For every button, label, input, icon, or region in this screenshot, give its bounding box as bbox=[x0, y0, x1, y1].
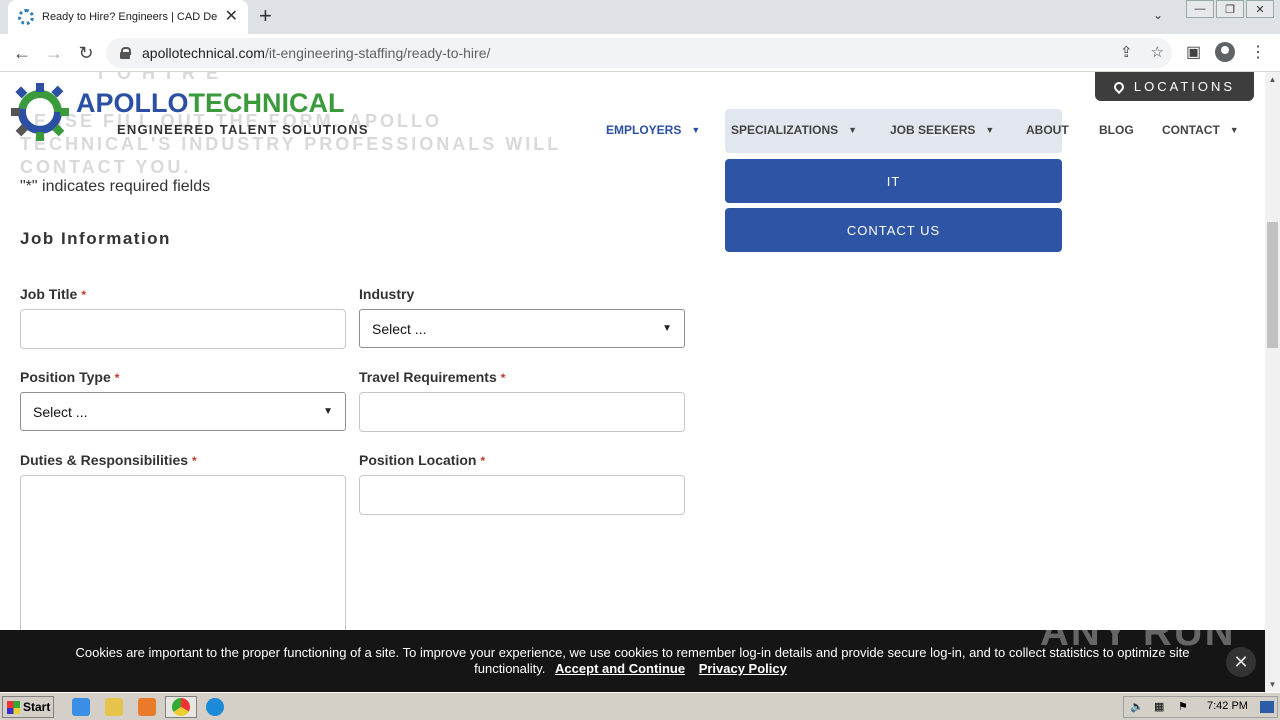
anyrun-watermark: ANY RUN bbox=[1040, 610, 1236, 654]
scroll-thumb[interactable] bbox=[1267, 222, 1278, 348]
windows-logo-icon bbox=[7, 700, 20, 714]
tab-title: Ready to Hire? Engineers | CAD Des bbox=[42, 11, 217, 23]
reload-icon[interactable]: ↻ bbox=[74, 41, 98, 65]
address-bar[interactable]: apollotechnical.com/it-engineering-staff… bbox=[106, 38, 1172, 68]
scroll-up-icon[interactable]: ▲ bbox=[1265, 72, 1280, 87]
job-title-input[interactable] bbox=[20, 309, 346, 349]
browser-toolbar: ← → ↻ apollotechnical.com/it-engineering… bbox=[0, 34, 1280, 72]
travel-requirements-label: Travel Requirements * bbox=[359, 369, 506, 385]
industry-select[interactable]: Select ... ▼ bbox=[359, 309, 685, 348]
close-tab-icon[interactable]: ✕ bbox=[225, 9, 238, 25]
browser-tab[interactable]: Ready to Hire? Engineers | CAD Des ✕ bbox=[8, 0, 248, 34]
menu-kebab-icon[interactable]: ⋮ bbox=[1250, 42, 1266, 62]
lock-icon bbox=[120, 47, 131, 59]
bookmark-star-icon[interactable]: ☆ bbox=[1151, 43, 1164, 61]
edge-icon[interactable] bbox=[206, 698, 224, 716]
gear-logo-icon bbox=[11, 83, 69, 141]
minimize-icon[interactable]: — bbox=[1186, 0, 1214, 18]
position-location-label: Position Location * bbox=[359, 452, 486, 468]
page-viewport: T O H I R E LEASE FILL OUT THE FORM. APO… bbox=[0, 72, 1265, 692]
page-scrollbar[interactable]: ▲ ▼ bbox=[1265, 72, 1280, 692]
close-window-icon[interactable]: ✕ bbox=[1246, 0, 1274, 18]
close-cookie-icon[interactable]: ✕ bbox=[1226, 647, 1256, 677]
new-tab-icon[interactable]: + bbox=[259, 5, 272, 27]
it-button[interactable]: IT bbox=[725, 159, 1062, 203]
side-panel-icon[interactable]: ▣ bbox=[1186, 42, 1201, 62]
desktop-icon[interactable] bbox=[1260, 701, 1274, 713]
tab-search-chevron-icon[interactable]: ⌄ bbox=[1153, 8, 1163, 22]
windows-taskbar: Start 🔈 ▦ ⚑ bbox=[0, 692, 1280, 720]
travel-requirements-input[interactable] bbox=[359, 392, 685, 432]
privacy-policy-link[interactable]: Privacy Policy bbox=[699, 661, 787, 676]
start-button[interactable]: Start bbox=[2, 696, 54, 718]
scroll-down-icon[interactable]: ▼ bbox=[1265, 677, 1280, 692]
share-icon[interactable]: ⇪ bbox=[1120, 43, 1133, 61]
locations-button[interactable]: LOCATIONS bbox=[1095, 72, 1254, 101]
taskbar-clock: 7:42 PM bbox=[1207, 700, 1248, 712]
apollo-technical-logo[interactable]: APOLLOTECHNICAL ENGINEERED TALENT SOLUTI… bbox=[10, 80, 430, 141]
duties-label: Duties & Responsibilities * bbox=[20, 452, 197, 468]
job-title-label: Job Title * bbox=[20, 286, 86, 302]
chevron-down-icon: ▼ bbox=[323, 406, 333, 417]
nav-contact[interactable]: CONTACT ▼ bbox=[1162, 123, 1239, 137]
url-text: apollotechnical.com/it-engineering-staff… bbox=[142, 45, 491, 61]
window-controls: — ❐ ✕ bbox=[1184, 0, 1274, 18]
profile-icon[interactable] bbox=[1215, 42, 1235, 62]
chevron-down-icon: ▼ bbox=[662, 323, 672, 334]
section-title: Job Information bbox=[20, 229, 171, 248]
industry-label: Industry bbox=[359, 286, 415, 302]
chevron-down-icon: ▼ bbox=[691, 125, 701, 135]
chevron-down-icon: ▼ bbox=[985, 125, 995, 135]
system-tray: 🔈 ▦ ⚑ bbox=[1123, 696, 1278, 718]
logo-tagline: ENGINEERED TALENT SOLUTIONS bbox=[117, 122, 369, 137]
map-pin-icon bbox=[1111, 79, 1126, 94]
position-type-select[interactable]: Select ... ▼ bbox=[20, 392, 346, 431]
nav-about[interactable]: ABOUT bbox=[1026, 123, 1069, 137]
nav-job-seekers[interactable]: JOB SEEKERS ▼ bbox=[890, 123, 994, 137]
network-icon[interactable]: ▦ bbox=[1154, 700, 1164, 713]
contact-us-button[interactable]: CONTACT US bbox=[725, 208, 1062, 252]
restore-icon[interactable]: ❐ bbox=[1216, 0, 1244, 18]
media-player-icon[interactable] bbox=[138, 698, 156, 716]
logo-wordmark: APOLLOTECHNICAL bbox=[76, 88, 345, 118]
nav-employers[interactable]: EMPLOYERS ▼ bbox=[606, 123, 700, 137]
forward-icon[interactable]: → bbox=[42, 41, 66, 65]
chevron-down-icon: ▼ bbox=[848, 125, 858, 135]
back-icon[interactable]: ← bbox=[10, 41, 34, 65]
nav-specializations[interactable]: SPECIALIZATIONS ▼ bbox=[731, 123, 857, 137]
nav-blog[interactable]: BLOG bbox=[1099, 123, 1134, 137]
folder-icon[interactable] bbox=[105, 698, 123, 716]
position-type-label: Position Type * bbox=[20, 369, 120, 385]
required-fields-note: "*" indicates required fields bbox=[20, 178, 211, 195]
position-location-input[interactable] bbox=[359, 475, 685, 515]
ie-icon[interactable] bbox=[72, 698, 90, 716]
chrome-icon bbox=[172, 698, 190, 716]
chevron-down-icon: ▼ bbox=[1229, 125, 1239, 135]
flag-icon[interactable]: ⚑ bbox=[1178, 700, 1188, 713]
accept-cookies-link[interactable]: Accept and Continue bbox=[555, 661, 685, 676]
volume-icon[interactable]: 🔈 bbox=[1130, 700, 1144, 713]
loading-icon bbox=[18, 9, 34, 25]
tab-strip: Ready to Hire? Engineers | CAD Des ✕ + ⌄… bbox=[0, 0, 1280, 34]
